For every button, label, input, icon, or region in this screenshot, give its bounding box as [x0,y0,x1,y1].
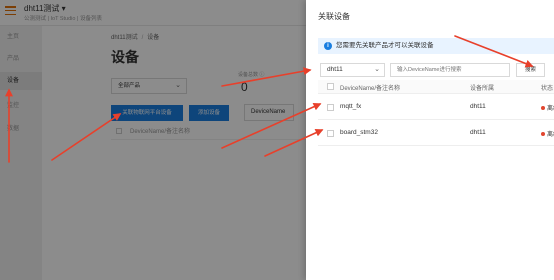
chevron-down-icon: ⌄ [374,66,380,73]
modal-overlay[interactable] [0,0,306,280]
table-header-row: DeviceName/备注名称 设备所属 状态 [318,80,554,94]
device-product: dht11 [470,103,486,110]
device-product: dht11 [470,129,486,136]
status-badge: 离线 [541,103,554,112]
offline-dot-icon [541,106,545,111]
info-icon: i [324,42,332,50]
drawer-product-select[interactable]: dht11 ⌄ [320,63,385,77]
device-table: DeviceName/备注名称 设备所属 状态 mqtt_fx dht11 离线… [318,80,554,146]
status-badge: 离线 [541,129,554,138]
device-name: mqtt_fx [340,103,362,110]
info-notice: i 您需要先关联产品才可以关联设备 [318,38,554,54]
offline-dot-icon [541,132,545,137]
drawer-title: 关联设备 [318,12,350,21]
row-checkbox[interactable] [327,104,334,111]
column-header-product: 设备所属 [470,86,495,92]
column-header-status: 状态 [541,86,554,92]
select-all-checkbox[interactable] [327,83,334,90]
column-header-devicename: DeviceName/备注名称 [340,86,401,92]
link-device-drawer: 关联设备 i 您需要先关联产品才可以关联设备 dht11⌄ 搜索 DeviceN… [306,0,554,280]
notice-text: 您需要先关联产品才可以关联设备 [336,42,434,49]
devicename-search-input[interactable] [390,63,510,77]
table-row[interactable]: board_stm32 dht11 离线 [318,120,554,146]
row-checkbox[interactable] [327,130,334,137]
table-row[interactable]: mqtt_fx dht11 离线 [318,94,554,120]
device-name: board_stm32 [340,129,378,136]
search-button[interactable]: 搜索 [516,63,545,77]
